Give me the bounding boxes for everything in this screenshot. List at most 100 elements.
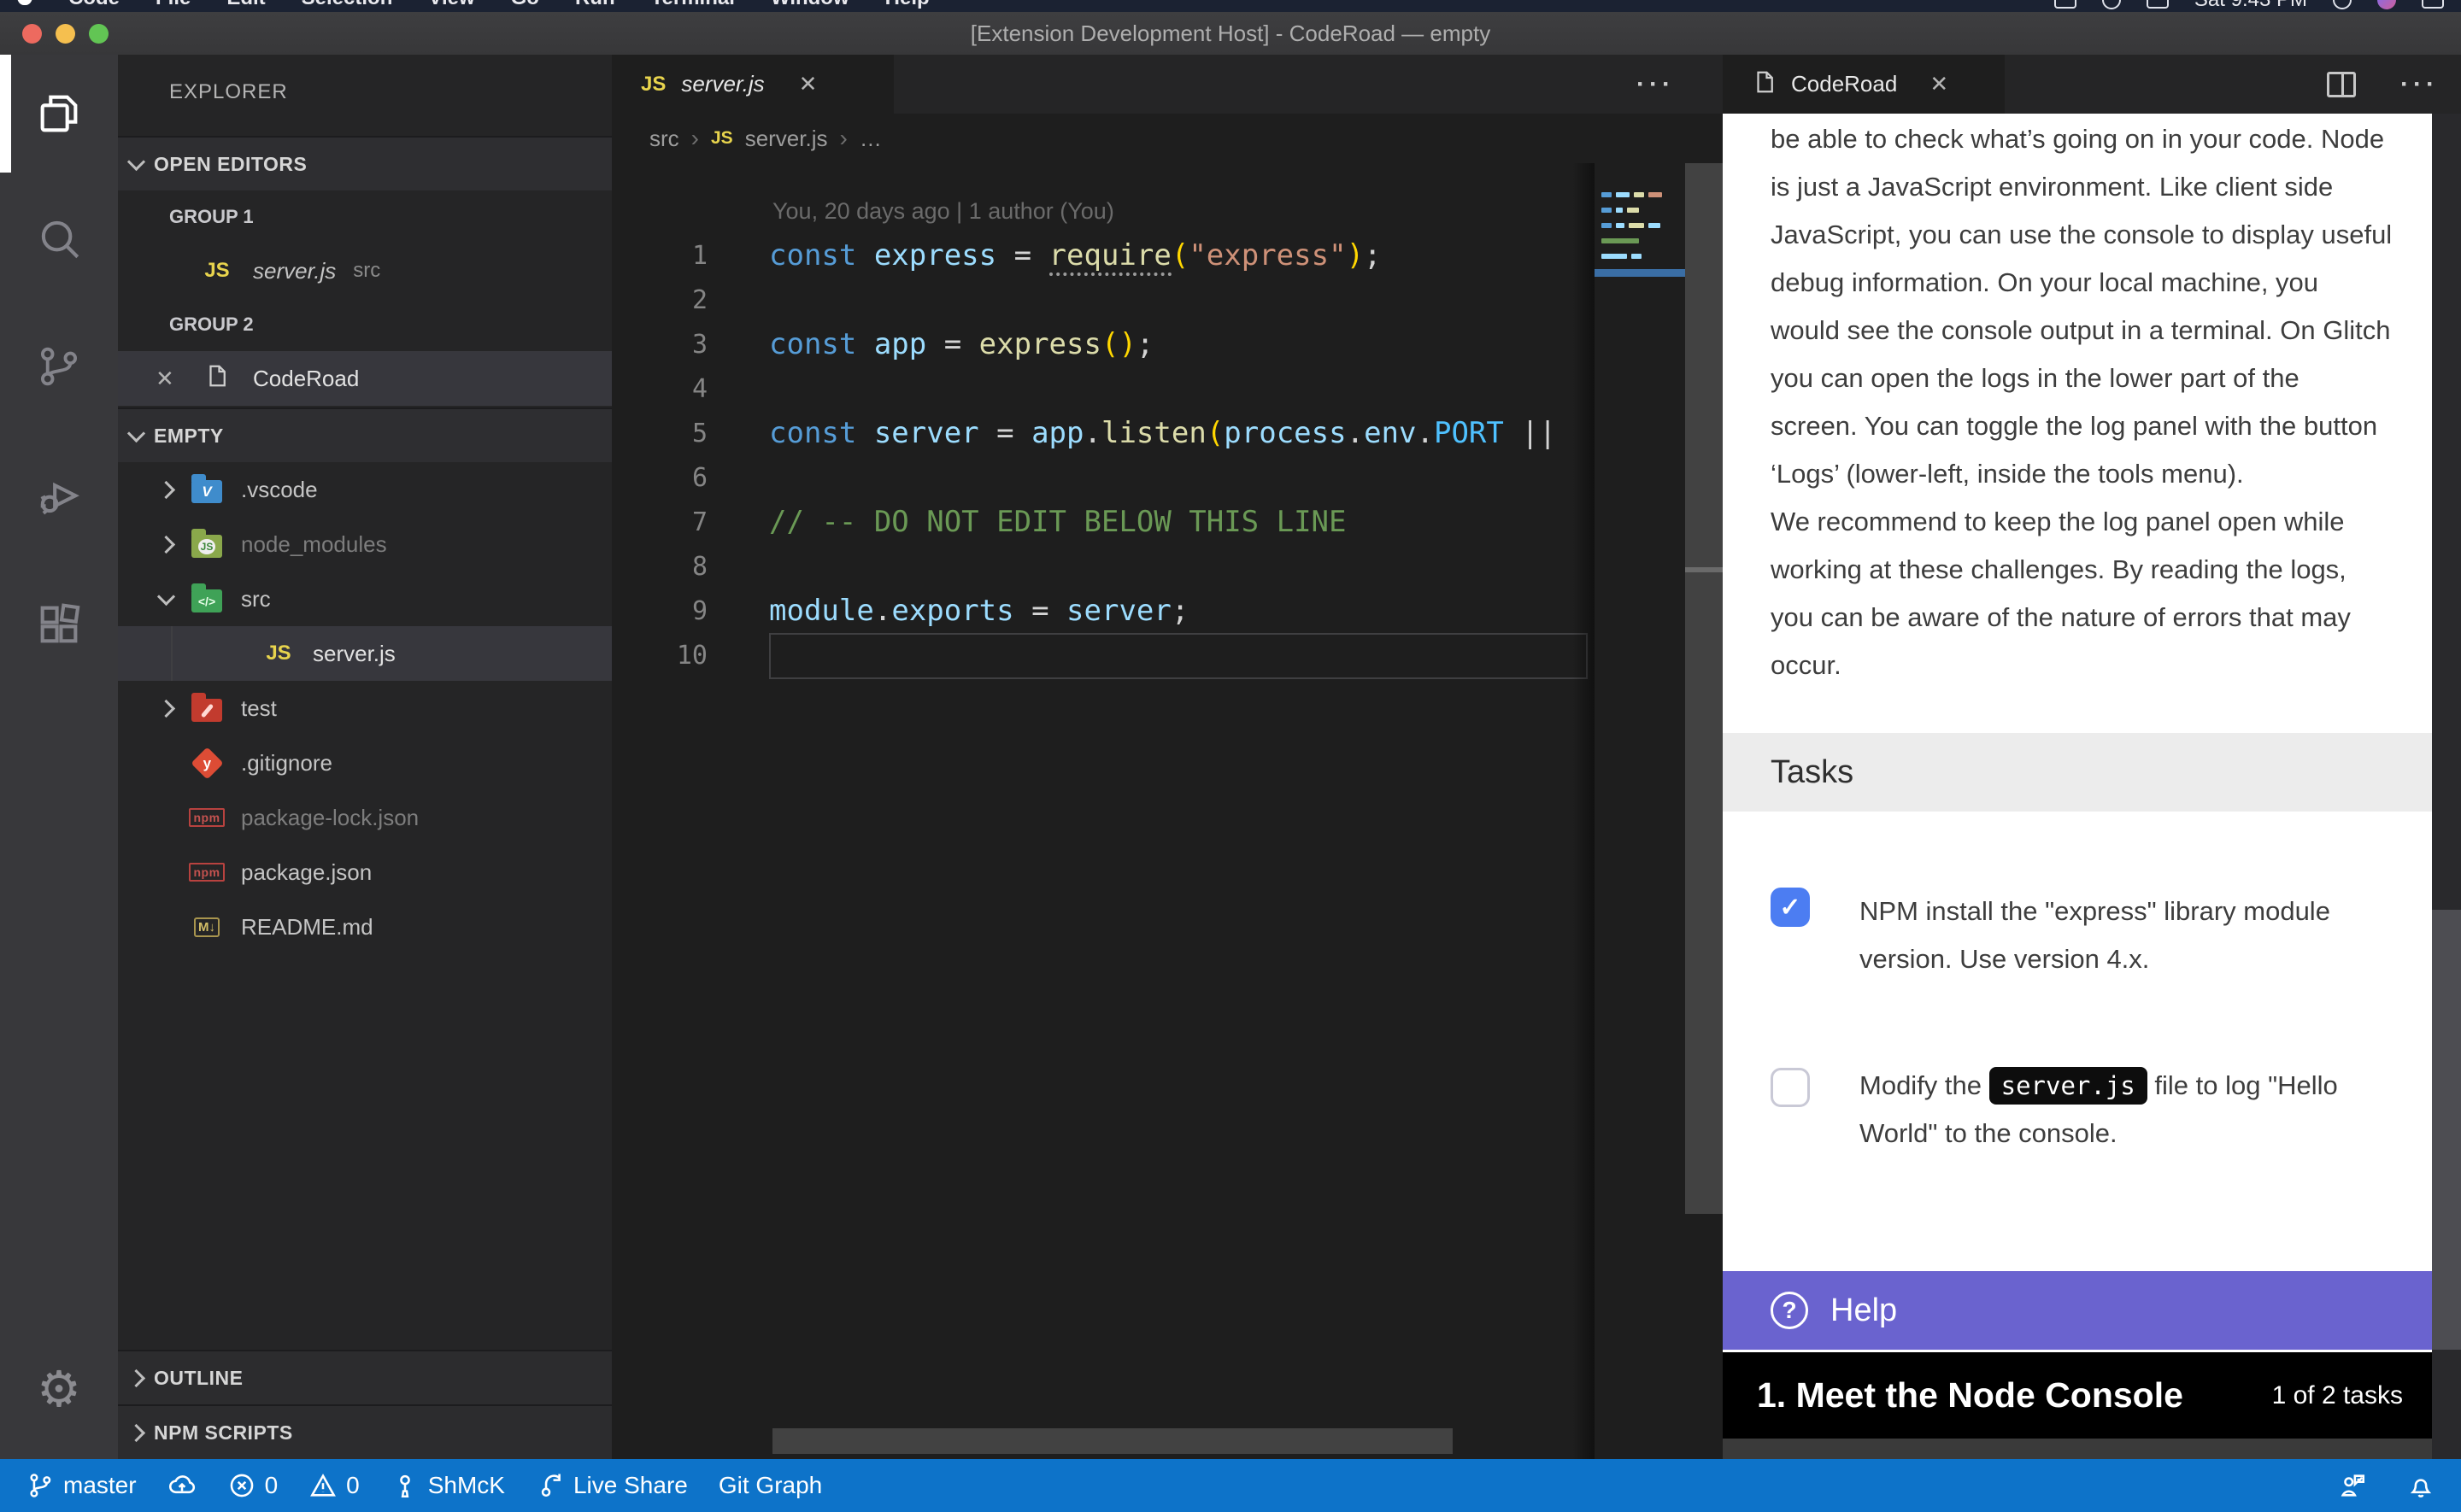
activity-bar: ⚙ (0, 55, 118, 1459)
tree-item-label: README.md (241, 914, 373, 941)
close-tab-icon[interactable]: ✕ (1929, 71, 1948, 97)
code-line-8[interactable]: 8 (612, 544, 1595, 589)
statusbar-shmck[interactable]: ShMcK (391, 1471, 505, 1500)
tab-coderoad[interactable]: CodeRoad ✕ (1723, 55, 2005, 114)
npm-icon: npm (189, 808, 224, 827)
menu-item-go[interactable]: Go (511, 0, 539, 10)
vscode-folder-icon: V (191, 480, 222, 503)
tree-item--vscode[interactable]: V .vscode (118, 462, 612, 517)
minimize-window-button[interactable] (56, 24, 75, 44)
menu-item-run[interactable]: Run (575, 0, 615, 10)
paragraph-line: is just a JavaScript environment. Like c… (1771, 163, 2415, 211)
menu-item-selection[interactable]: Selection (302, 0, 393, 10)
scrollbar-handle[interactable] (1685, 567, 1723, 572)
scrollbar-thumb[interactable] (2432, 910, 2461, 1350)
tree-item-test[interactable]: test (118, 681, 612, 735)
paragraph-line: would see the console output in a termin… (1771, 307, 2415, 355)
tree-item--gitignore[interactable]: y.gitignore (118, 735, 612, 790)
tree-item-README-md[interactable]: M↓ README.md (118, 900, 612, 954)
activity-search-icon[interactable] (0, 179, 118, 297)
task-checkbox-checked[interactable]: ✓ (1771, 888, 1810, 927)
statusbar-0[interactable]: 0 (308, 1471, 360, 1500)
folder-section-header[interactable]: EMPTY (118, 407, 612, 462)
activity-source-control-icon[interactable] (0, 308, 118, 425)
task-checkbox-unchecked[interactable] (1771, 1068, 1810, 1107)
tree-item-label: .vscode (241, 477, 318, 503)
activity-run-debug-icon[interactable] (0, 436, 118, 554)
statusbar-person-check[interactable] (2338, 1471, 2367, 1500)
more-actions-icon[interactable]: ··· (2400, 55, 2439, 114)
code-line-3[interactable]: 3const app = express(); (612, 322, 1595, 366)
activity-explorer-icon[interactable] (0, 55, 118, 173)
lesson-paragraph: be able to check what’s going on in your… (1771, 115, 2415, 689)
file-icon (1752, 67, 1777, 101)
code-line-5[interactable]: 5const server = app.listen(process.env.P… (612, 411, 1595, 455)
js-file-icon: JS (204, 259, 229, 283)
line-number: 4 (612, 374, 708, 404)
webview-scrollbar[interactable] (2432, 114, 2461, 1459)
code-line-1[interactable]: 1const express = require("express"); (612, 233, 1595, 278)
menu-item-edit[interactable]: Edit (226, 0, 265, 10)
split-editor-icon[interactable] (2327, 72, 2356, 97)
breadcrumb-src[interactable]: src (649, 126, 679, 152)
code-line-2[interactable]: 2 (612, 278, 1595, 322)
statusbar-git-graph[interactable]: Git Graph (719, 1472, 822, 1499)
code-line-6[interactable]: 6 (612, 455, 1595, 500)
file-icon-cell (193, 361, 241, 396)
file-icon-cell: M↓ (183, 917, 231, 937)
code-editor[interactable]: 1const express = require("express");23co… (612, 233, 1595, 677)
tree-item-package-lock-json[interactable]: npmpackage-lock.json (118, 790, 612, 845)
help-section[interactable]: ? Help (1723, 1271, 2432, 1350)
code-line-9[interactable]: 9module.exports = server; (612, 589, 1595, 633)
section-outline[interactable]: OUTLINE (118, 1350, 612, 1404)
editor-group-1: JS server.js ✕ ··· src›JSserver.js›… You… (612, 55, 1723, 1459)
open-editors-header[interactable]: OPEN EDITORS (118, 136, 612, 190)
tree-item-server-js[interactable]: JSserver.js (118, 626, 612, 681)
minimap[interactable] (1595, 163, 1685, 607)
chevron-cell (149, 702, 183, 715)
menu-item-window[interactable]: Window (771, 0, 849, 10)
statusbar-live-share[interactable]: Live Share (536, 1471, 688, 1500)
lesson-footer[interactable]: 1. Meet the Node Console 1 of 2 tasks (1723, 1352, 2432, 1439)
settings-gear-icon[interactable]: ⚙ (0, 1346, 118, 1432)
line-number: 10 (612, 641, 708, 671)
tree-item-src[interactable]: </>src (118, 571, 612, 626)
code-line-4[interactable]: 4 (612, 366, 1595, 411)
inline-code-chip: server.js (1989, 1067, 2147, 1105)
menubar-clock: Sat 9:43 PM (2194, 0, 2307, 12)
open-editor-item-coderoad[interactable]: ✕CodeRoad (118, 351, 612, 406)
menu-item-help[interactable]: Help (885, 0, 930, 10)
menu-item-file[interactable]: File (156, 0, 191, 10)
js-file-icon: JS (711, 128, 733, 149)
breadcrumb-symbol[interactable]: … (860, 126, 882, 152)
statusbar-cloud-upload[interactable] (167, 1471, 197, 1500)
chevron-cell (118, 1372, 154, 1385)
file-icon-cell: JS (255, 642, 302, 665)
editor-vertical-scrollbar[interactable] (1685, 163, 1723, 1214)
file-icon-cell: y (183, 752, 231, 775)
zoom-window-button[interactable] (89, 24, 109, 44)
tab-server-js[interactable]: JS server.js ✕ (612, 55, 894, 114)
breadcrumb-server-js[interactable]: server.js (745, 126, 828, 152)
menu-item-code[interactable]: Code (68, 0, 120, 10)
statusbar-0[interactable]: 0 (227, 1471, 279, 1500)
close-editor-icon[interactable]: ✕ (156, 366, 193, 392)
section-npm-scripts[interactable]: NPM SCRIPTS (118, 1404, 612, 1459)
breadcrumb[interactable]: src›JSserver.js›… (612, 114, 1723, 163)
code-line-7[interactable]: 7// -- DO NOT EDIT BELOW THIS LINE (612, 500, 1595, 544)
editor-horizontal-scrollbar[interactable] (772, 1428, 1453, 1454)
sidebar-title: EXPLORER (169, 80, 288, 104)
close-window-button[interactable] (22, 24, 42, 44)
open-editor-item-server-js[interactable]: JSserver.jssrc (118, 243, 612, 298)
close-tab-icon[interactable]: ✕ (799, 71, 818, 97)
statusbar-bell[interactable] (2406, 1471, 2435, 1500)
tree-item-package-json[interactable]: npmpackage.json (118, 845, 612, 900)
activity-extensions-icon[interactable] (0, 566, 118, 683)
menu-item-view[interactable]: View (428, 0, 474, 10)
tree-item-node_modules[interactable]: JSnode_modules (118, 517, 612, 571)
editor-actions-more-icon[interactable]: ··· (1636, 55, 1675, 114)
file-icon-cell: </> (183, 585, 231, 612)
line-number: 3 (612, 330, 708, 360)
statusbar-master[interactable]: master (26, 1471, 137, 1500)
menu-item-terminal[interactable]: Terminal (651, 0, 735, 10)
